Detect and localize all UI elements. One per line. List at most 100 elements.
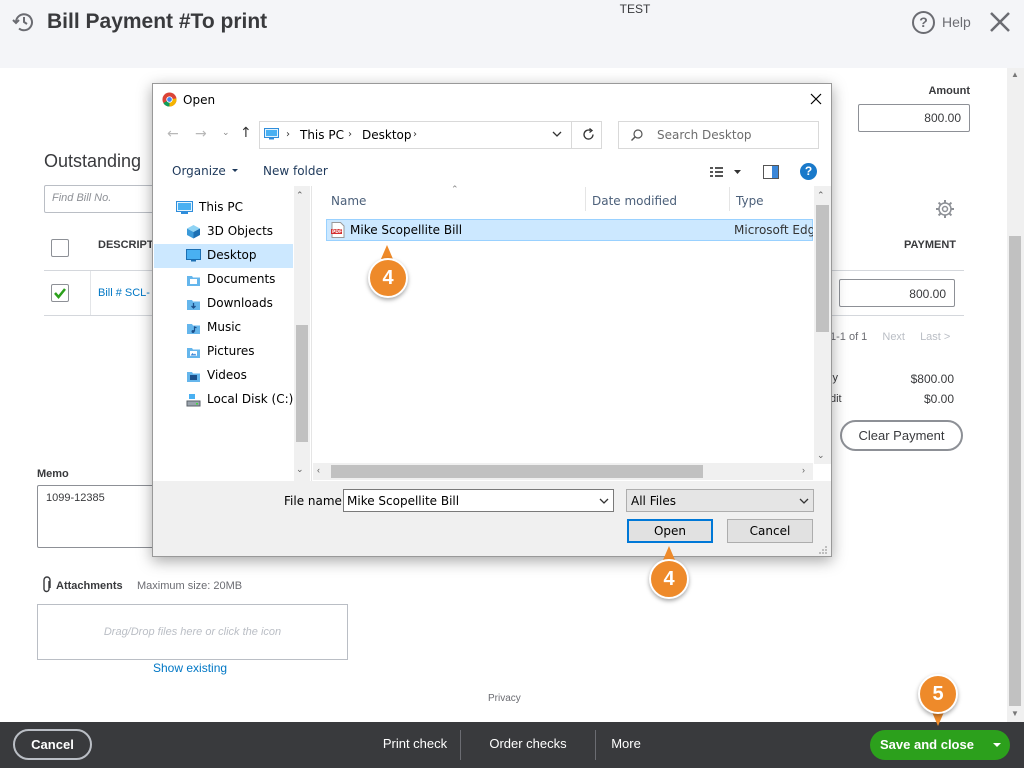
resize-grip-icon[interactable]	[818, 544, 828, 554]
memo-field[interactable]: 1099-12385	[37, 485, 157, 548]
organize-button[interactable]: Organize	[172, 164, 240, 178]
print-check-button[interactable]: Print check	[370, 736, 460, 751]
cube-icon	[187, 225, 200, 239]
callout-pointer	[381, 245, 393, 259]
chevron-down-icon[interactable]	[798, 495, 810, 507]
file-list-vertical-thumb[interactable]	[816, 205, 829, 332]
nav-item-pictures[interactable]: Pictures	[186, 339, 255, 363]
show-existing-link[interactable]: Show existing	[153, 661, 227, 675]
paperclip-icon	[41, 576, 53, 594]
column-header-date-modified[interactable]: Date modified	[592, 194, 677, 208]
chevron-down-icon	[231, 169, 238, 172]
music-folder-icon	[187, 323, 200, 334]
column-header-name[interactable]: Name	[331, 194, 366, 208]
chrome-icon	[162, 92, 177, 107]
more-button[interactable]: More	[608, 736, 644, 751]
file-name-field[interactable]: Mike Scopellite Bill	[343, 489, 614, 512]
scroll-left-arrow-icon[interactable]: ‹	[317, 465, 320, 475]
close-icon[interactable]	[806, 90, 826, 108]
find-bill-input[interactable]: Find Bill No.	[44, 185, 164, 213]
nav-item-local-disk[interactable]: Local Disk (C:)	[186, 387, 293, 411]
chevron-down-icon[interactable]	[550, 127, 564, 141]
amount-label: Amount	[928, 85, 970, 97]
view-options-icon[interactable]	[708, 164, 744, 180]
up-arrow-icon[interactable]: ↑	[240, 125, 252, 141]
gear-icon[interactable]	[934, 198, 956, 220]
pagination-next[interactable]: Next	[882, 331, 905, 343]
nav-pane-scroll-thumb[interactable]	[296, 325, 308, 442]
open-button[interactable]: Open	[627, 519, 713, 543]
help-link[interactable]: Help	[942, 14, 971, 30]
close-icon[interactable]	[986, 8, 1014, 36]
breadcrumb-separator-icon[interactable]: ›	[286, 129, 290, 140]
nav-item-documents[interactable]: Documents	[186, 267, 275, 291]
chevron-down-icon[interactable]	[598, 495, 610, 507]
help-icon[interactable]: ?	[912, 11, 935, 34]
footer-divider	[460, 730, 461, 760]
search-icon	[630, 128, 644, 142]
dialog-cancel-button[interactable]: Cancel	[727, 519, 813, 543]
cancel-button[interactable]: Cancel	[13, 729, 92, 760]
memo-label: Memo	[37, 468, 69, 480]
breadcrumb-separator-icon[interactable]: ›	[348, 129, 352, 140]
help-icon[interactable]: ?	[800, 163, 817, 180]
scroll-up-arrow-icon[interactable]: ⌃	[296, 190, 304, 201]
scroll-right-arrow-icon[interactable]: ›	[802, 465, 805, 475]
nav-item-3d-objects[interactable]: 3D Objects	[186, 219, 273, 243]
company-name: TEST	[619, 2, 651, 16]
column-header-description: DESCRIPTI	[98, 239, 157, 251]
nav-item-this-pc[interactable]: This PC	[176, 195, 243, 219]
file-list-horizontal-thumb[interactable]	[331, 465, 703, 478]
select-all-checkbox[interactable]	[51, 239, 69, 257]
step-callout: 4	[368, 258, 408, 298]
row-checkbox[interactable]	[51, 284, 69, 302]
pdf-icon: PDF	[331, 222, 345, 238]
scroll-down-arrow-icon[interactable]: ⌄	[296, 464, 304, 475]
scroll-up-arrow-icon[interactable]: ▲	[1009, 70, 1021, 80]
scroll-down-arrow-icon[interactable]: ▼	[1009, 709, 1021, 719]
file-type: Microsoft Edge	[734, 223, 813, 237]
recent-locations-icon[interactable]: ⌄	[222, 128, 230, 138]
column-header-type[interactable]: Type	[736, 194, 764, 208]
nav-item-downloads[interactable]: Downloads	[186, 291, 273, 315]
scroll-up-arrow-icon[interactable]: ⌃	[817, 190, 825, 201]
column-divider	[90, 271, 91, 315]
order-checks-button[interactable]: Order checks	[478, 736, 578, 751]
privacy-link[interactable]: Privacy	[488, 693, 521, 704]
amount-field[interactable]: 800.00	[858, 104, 970, 132]
breadcrumb-desktop[interactable]: Desktop	[362, 128, 412, 142]
nav-item-videos[interactable]: Videos	[186, 363, 247, 387]
pane-divider[interactable]	[311, 186, 312, 481]
pagination-range: 1-1 of 1	[830, 331, 868, 343]
attachment-dropzone[interactable]: Drag/Drop files here or click the icon	[37, 604, 348, 660]
bill-link[interactable]: Bill # SCL-	[98, 287, 150, 299]
address-divider	[571, 121, 572, 149]
column-divider[interactable]	[729, 187, 730, 211]
refresh-icon[interactable]	[581, 127, 596, 142]
svg-text:PDF: PDF	[332, 229, 342, 235]
clear-payment-button[interactable]: Clear Payment	[840, 420, 963, 451]
search-placeholder: Search Desktop	[657, 128, 752, 142]
pagination: 1-1 of 1 Next Last >	[830, 331, 962, 343]
videos-folder-icon	[187, 371, 200, 382]
nav-item-desktop[interactable]: Desktop	[186, 243, 257, 267]
back-arrow-icon[interactable]: ←	[167, 126, 179, 142]
pagination-last[interactable]: Last >	[920, 331, 950, 343]
breadcrumb-separator-icon[interactable]: ›	[413, 129, 417, 140]
history-icon[interactable]	[12, 10, 36, 34]
nav-item-music[interactable]: Music	[186, 315, 241, 339]
save-and-close-label[interactable]: Save and close	[872, 737, 982, 752]
new-folder-button[interactable]: New folder	[263, 164, 328, 178]
forward-arrow-icon[interactable]: →	[195, 126, 207, 142]
scroll-down-arrow-icon[interactable]: ⌄	[817, 450, 825, 461]
column-divider[interactable]	[585, 187, 586, 211]
file-type-select[interactable]: All Files	[626, 489, 814, 512]
file-name[interactable]: Mike Scopellite Bill	[350, 223, 462, 237]
page-scroll-thumb[interactable]	[1009, 236, 1021, 706]
payment-amount-field[interactable]: 800.00	[839, 279, 955, 307]
summary-value: $0.00	[923, 392, 954, 406]
chevron-down-icon[interactable]	[988, 738, 1006, 752]
preview-pane-icon[interactable]	[763, 165, 779, 179]
breadcrumb-this-pc[interactable]: This PC	[300, 128, 344, 142]
callout-pointer	[932, 712, 944, 726]
